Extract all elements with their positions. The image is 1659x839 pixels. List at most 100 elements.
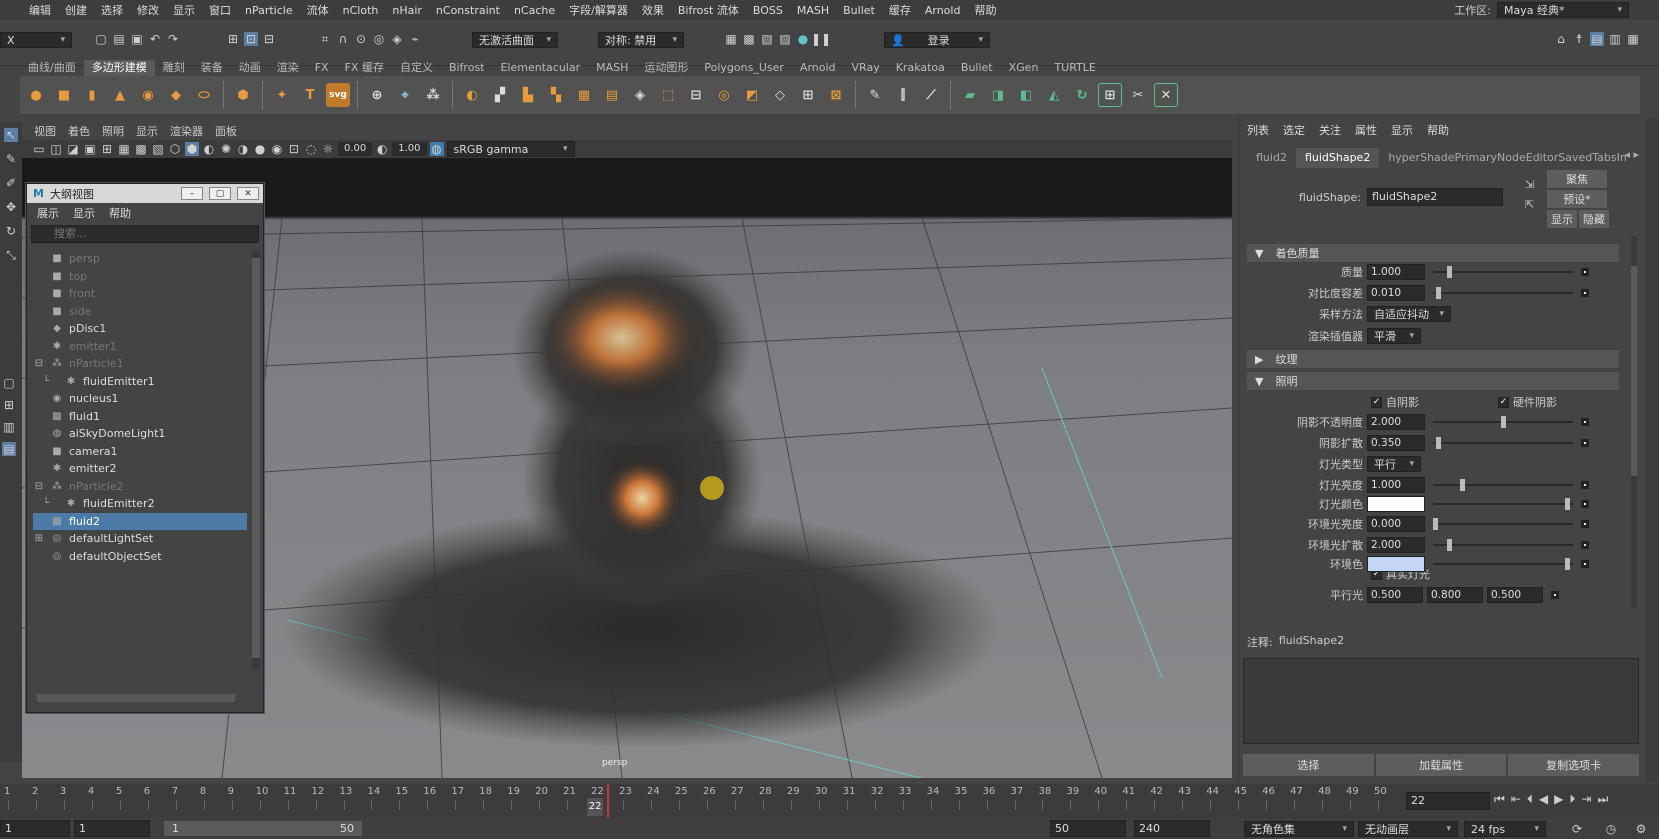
snap-curve-icon[interactable]: ∩ (336, 32, 350, 46)
multi-cut-icon[interactable]: ✎ (863, 83, 887, 107)
slider-knob[interactable] (1446, 539, 1452, 551)
preset-button[interactable]: 预设* (1547, 190, 1607, 208)
film-gate-icon[interactable]: ▦ (117, 142, 131, 156)
attribute-slider[interactable] (1433, 264, 1573, 280)
outliner-vscroll-thumb[interactable] (252, 258, 260, 658)
wireframe-icon[interactable]: ⬡ (168, 142, 182, 156)
self-shadow-checkbox[interactable]: ✓ (1371, 396, 1382, 408)
ipr-render-icon[interactable]: ▧ (760, 32, 774, 46)
redo-icon[interactable]: ↷ (166, 32, 180, 46)
menu-item[interactable]: nHair (385, 4, 429, 17)
new-scene-icon[interactable]: ▢ (94, 32, 108, 46)
current-time-marker[interactable]: 22 (587, 798, 604, 816)
copy-node-icon[interactable]: ⇱ (1525, 198, 1534, 211)
shelf-tab[interactable]: 运动图形 (636, 60, 696, 76)
tab-scroll-icon[interactable]: ◂ ▸ (1624, 148, 1639, 161)
camera-attributes-icon[interactable]: ◫ (49, 142, 63, 156)
uv-editor-icon[interactable]: ⊞ (1098, 83, 1122, 107)
menu-item[interactable]: 选择 (94, 2, 130, 18)
outliner-item[interactable]: ■ side (33, 303, 247, 321)
color-swatch[interactable] (1367, 496, 1425, 512)
expander-icon[interactable]: ⊟ (33, 481, 45, 492)
preferences-icon[interactable]: ⚙ (1634, 822, 1648, 836)
auto-key-icon[interactable]: ◷ (1604, 822, 1618, 836)
attribute-slider[interactable] (1433, 537, 1573, 553)
shelf-tab[interactable]: MASH (588, 60, 636, 76)
scale-tool-icon[interactable]: ⤡ (4, 248, 18, 262)
lights-icon[interactable]: ✺ (219, 142, 233, 156)
outliner-item[interactable]: ⊟ ⁂ nParticle2 (33, 478, 247, 496)
expander-icon[interactable]: ⊞ (33, 533, 45, 544)
poly-sphere-icon[interactable]: ● (24, 83, 48, 107)
map-button-icon[interactable] (1551, 591, 1559, 599)
paint-select-icon[interactable]: ✐ (4, 176, 18, 190)
shelf-tab[interactable]: Arnold (792, 60, 844, 76)
character-set-dropdown[interactable]: 无角色集 (1244, 821, 1354, 837)
select-component-icon[interactable]: ⊟ (262, 32, 276, 46)
shelf-tab[interactable]: Polygons_User (696, 60, 792, 76)
attribute-editor-toggle-icon[interactable]: ▤ (1590, 32, 1604, 46)
step-forward-key-icon[interactable]: ⇥ (1581, 792, 1591, 807)
menu-item[interactable]: 创建 (58, 2, 94, 18)
outliner-item[interactable]: ⊟ ⁂ nParticle1 (33, 355, 247, 373)
color-space-dropdown[interactable]: sRGB gamma (446, 141, 575, 157)
slider-knob[interactable] (1565, 558, 1571, 570)
ae-scrollbar[interactable] (1631, 236, 1637, 608)
shelf-tab[interactable]: TURTLE (1046, 60, 1103, 76)
attribute-slider[interactable] (1433, 477, 1573, 493)
select-camera-icon[interactable]: ▭ (32, 142, 46, 156)
expander-icon[interactable]: ⊟ (33, 358, 45, 369)
measure-icon[interactable]: ⊕ (365, 83, 389, 107)
menu-item[interactable]: 编辑 (22, 2, 58, 18)
uv-sew-icon[interactable]: ✕ (1154, 83, 1178, 107)
pause-icon[interactable]: ❚❚ (811, 32, 831, 46)
render-interp-dropdown[interactable]: 平滑 (1367, 328, 1421, 344)
map-button-icon[interactable] (1581, 520, 1589, 528)
fill-hole-icon[interactable]: ◇ (768, 83, 792, 107)
textured-icon[interactable]: ◐ (202, 142, 216, 156)
snap-point-icon[interactable]: ⊙ (354, 32, 368, 46)
move-tool-icon[interactable]: ✥ (4, 200, 18, 214)
uv-cut-icon[interactable]: ✂ (1126, 83, 1150, 107)
workspace-dropdown[interactable]: Maya 经典* (1497, 2, 1629, 18)
shelf-tab[interactable]: 多边形建模 (83, 60, 155, 76)
shelf-tab[interactable]: Krakatoa (888, 60, 953, 76)
attribute-slider[interactable] (1433, 516, 1573, 532)
time-slider[interactable]: 1 2 3 4 5 6 7 8 9 10 11 12 13 14 15 16 17 18 19 20 21 22 23 24 2… (0, 784, 1659, 818)
poly-plane-icon[interactable]: ◆ (164, 83, 188, 107)
open-scene-icon[interactable]: ▤ (112, 32, 126, 46)
slider-knob[interactable] (1435, 287, 1441, 299)
bridge-icon[interactable]: ⊟ (684, 83, 708, 107)
poly-cone-icon[interactable]: ▲ (108, 83, 132, 107)
outliner-item[interactable]: ✱ emitter2 (33, 460, 247, 478)
outliner-item[interactable]: ▩ fluid2 (33, 512, 247, 530)
attribute-value-field[interactable]: 1.000 (1367, 264, 1425, 280)
outliner-item[interactable]: ◉ nucleus1 (33, 390, 247, 408)
menu-item[interactable]: 显示 (166, 2, 202, 18)
four-layout-icon[interactable]: ⊞ (2, 398, 16, 412)
safe-action-icon[interactable]: ▧ (151, 142, 165, 156)
viewport-menu-item[interactable]: 着色 (62, 123, 96, 139)
outliner-item[interactable]: ■ camera1 (33, 443, 247, 461)
attribute-slider[interactable] (1433, 414, 1573, 430)
step-forward-frame-icon[interactable]: ⏵ (1569, 792, 1575, 807)
outliner-item[interactable]: ▩ fluid1 (33, 408, 247, 426)
platonic-solid-icon[interactable]: ⬢ (231, 83, 255, 107)
ae-menu-item[interactable]: 列表 (1247, 122, 1269, 138)
poly-cube-icon[interactable]: ■ (52, 83, 76, 107)
map-button-icon[interactable] (1581, 289, 1589, 297)
bevel-edge-icon[interactable]: ◩ (740, 83, 764, 107)
playback-start-field[interactable]: 1 (74, 820, 150, 837)
ae-scroll-thumb[interactable] (1631, 266, 1637, 476)
viewport-menu-item[interactable]: 照明 (96, 123, 130, 139)
outliner-vscrollbar[interactable] (252, 250, 260, 670)
hypershade-icon[interactable]: ● (796, 32, 810, 46)
transform-icon[interactable]: ⌖ (393, 83, 417, 107)
render-view-icon[interactable]: ▦ (724, 32, 738, 46)
outliner-item[interactable]: ■ persp (33, 250, 247, 268)
modeling-toolkit-icon[interactable]: ⌂ (1554, 32, 1568, 46)
lasso-tool-icon[interactable]: ✎ (4, 152, 18, 166)
split-icon[interactable]: ⊠ (824, 83, 848, 107)
directional-z-field[interactable]: 0.500 (1487, 587, 1543, 603)
map-button-icon[interactable] (1581, 418, 1589, 426)
